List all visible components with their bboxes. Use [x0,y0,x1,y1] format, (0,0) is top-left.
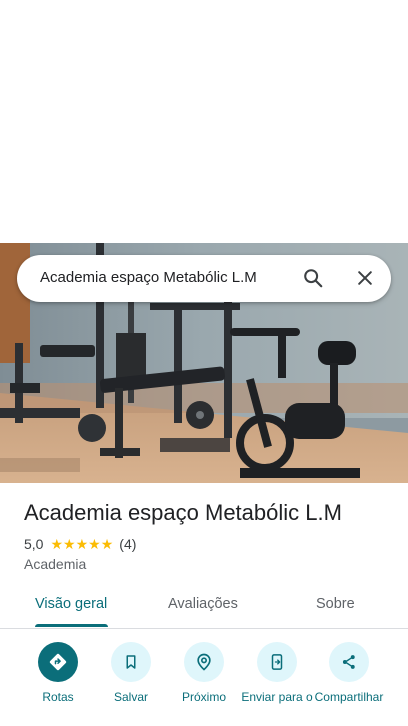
save-button[interactable]: Salvar [94,640,168,704]
directions-button-circle[interactable] [38,642,78,682]
star-icon: ★ [63,536,76,552]
search-bar[interactable]: Academia espaço Metabólic L.M [17,255,391,302]
share-icon [342,655,355,669]
save-label: Salvar [113,690,148,704]
share-button[interactable]: Compartilhar [312,640,386,704]
blank-map-area [0,0,408,243]
star-icon: ★ [100,536,114,552]
send-to-phone-button-circle[interactable] [257,642,297,682]
active-tab-indicator [35,624,108,627]
place-title: Academia espaço Metabólic L.M [24,500,342,525]
directions-label: Rotas [42,690,74,704]
send-to-phone-icon [271,654,283,670]
search-input[interactable]: Academia espaço Metabólic L.M [40,269,257,286]
rating-row[interactable]: 5,0 ★ ★ ★ ★ ★ (4) [24,536,136,552]
star-icon: ★ [50,536,64,552]
nearby-button[interactable]: Próximo [167,640,241,704]
nearby-button-circle[interactable] [184,642,224,682]
bookmark-icon [126,655,136,669]
search-icon[interactable] [302,267,324,289]
star-icon: ★ [88,536,101,552]
nearby-icon [197,653,211,671]
tab-about[interactable]: Sobre [316,596,355,612]
close-icon[interactable] [355,268,375,288]
tab-reviews[interactable]: Avaliações [168,596,238,612]
action-bar: Rotas Salvar Próximo Enviar para o Compa… [0,640,408,726]
send-to-phone-button[interactable]: Enviar para o [240,640,314,704]
share-label: Compartilhar [314,690,384,704]
review-count[interactable]: (4) [119,536,136,552]
share-button-circle[interactable] [329,642,369,682]
star-icon: ★ [75,536,89,552]
nearby-label: Próximo [181,690,226,704]
directions-button[interactable]: Rotas [21,640,95,704]
directions-icon [49,653,67,671]
rating-stars: ★ ★ ★ ★ ★ [50,537,113,551]
place-category: Academia [24,556,87,572]
tab-overview[interactable]: Visão geral [35,596,107,612]
save-button-circle[interactable] [111,642,151,682]
send-to-phone-label: Enviar para o [241,690,313,704]
tab-bar: Visão geral Avaliações Sobre [0,585,408,629]
rating-value: 5,0 [24,536,44,552]
